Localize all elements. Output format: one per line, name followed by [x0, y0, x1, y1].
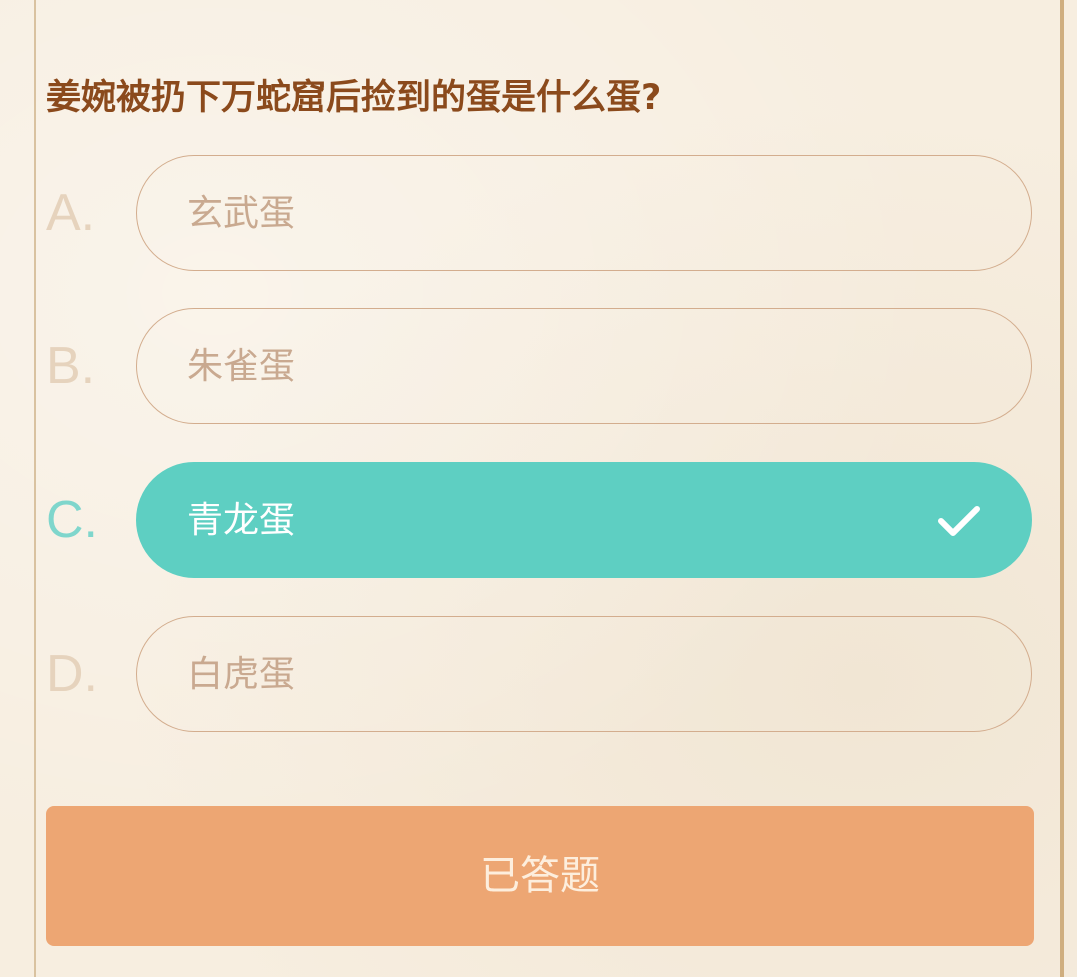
answered-button[interactable]: 已答题	[46, 806, 1034, 946]
option-c[interactable]: C. 青龙蛋	[46, 462, 1034, 580]
option-letter: A.	[46, 184, 96, 242]
option-pill[interactable]: 白虎蛋	[136, 616, 1032, 732]
option-text: 白虎蛋	[187, 654, 296, 695]
option-d[interactable]: D. 白虎蛋	[46, 616, 1034, 734]
option-letter: D.	[46, 645, 98, 703]
question-title: 姜婉被扔下万蛇窟后捡到的蛋是什么蛋?	[46, 78, 662, 118]
left-border	[34, 0, 36, 977]
right-border	[1060, 0, 1064, 977]
option-pill[interactable]: 玄武蛋	[136, 155, 1032, 271]
option-pill[interactable]: 朱雀蛋	[136, 308, 1032, 424]
option-text: 玄武蛋	[187, 193, 296, 234]
option-a[interactable]: A. 玄武蛋	[46, 155, 1034, 273]
check-icon	[938, 506, 980, 536]
option-letter: C.	[46, 491, 98, 549]
option-text: 青龙蛋	[187, 500, 296, 541]
answered-button-label: 已答题	[480, 853, 600, 899]
quiz-page: 姜婉被扔下万蛇窟后捡到的蛋是什么蛋? A. 玄武蛋 B. 朱雀蛋 C. 青龙蛋 …	[0, 0, 1077, 977]
option-letter: B.	[46, 337, 96, 395]
option-pill[interactable]: 青龙蛋	[136, 462, 1032, 578]
option-text: 朱雀蛋	[187, 346, 296, 387]
option-b[interactable]: B. 朱雀蛋	[46, 308, 1034, 426]
